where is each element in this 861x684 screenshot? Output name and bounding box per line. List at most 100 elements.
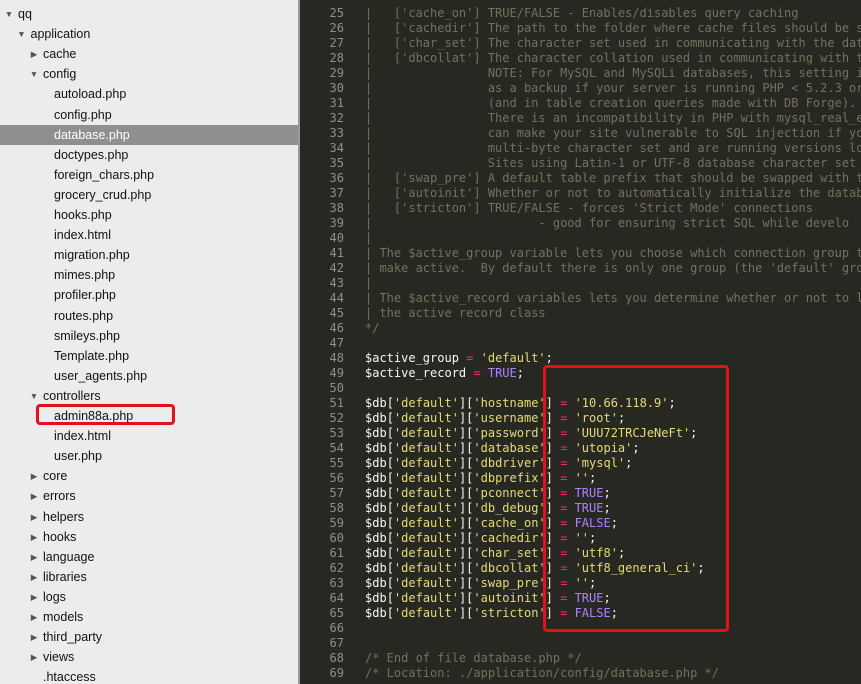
- code-line: 44 | The $active_record variables lets yo…: [300, 291, 861, 306]
- token: $db: [365, 606, 387, 620]
- tree-item-migration-php[interactable]: migration.php: [0, 245, 298, 265]
- tree-item-models[interactable]: models: [0, 607, 298, 627]
- tree-item-index-html[interactable]: index.html: [0, 225, 298, 245]
- disclosure-closed-icon[interactable]: [29, 527, 39, 547]
- token: 'default': [393, 501, 459, 515]
- code-line: 39 | - good for ensuring strict SQL while…: [300, 216, 861, 231]
- tree-item-label: views: [43, 650, 75, 665]
- code-text: $active_group = 'default';: [365, 351, 553, 366]
- token: |: [365, 231, 373, 245]
- line-number: 38: [329, 201, 344, 215]
- tree-item-controllers[interactable]: controllers: [0, 386, 298, 406]
- token: =: [473, 366, 481, 380]
- tree-item-database-php[interactable]: database.php: [0, 124, 298, 145]
- tree-item-third-party[interactable]: third_party: [0, 627, 298, 647]
- tree-item-foreign-chars-php[interactable]: foreign_chars.php: [0, 165, 298, 185]
- token: 'default': [393, 531, 459, 545]
- tree-item-user-php[interactable]: user.php: [0, 446, 298, 466]
- tree-item-grocery-crud-php[interactable]: grocery_crud.php: [0, 185, 298, 205]
- code-text: | multi-byte character set and are runni…: [365, 141, 861, 156]
- tree-item-logs[interactable]: logs: [0, 587, 298, 607]
- token: 'database': [473, 441, 546, 455]
- token: [: [386, 441, 394, 455]
- code-line: 42 | make active. By default there is onl…: [300, 261, 861, 276]
- disclosure-closed-icon[interactable]: [29, 44, 39, 64]
- disclosure-closed-icon[interactable]: [29, 607, 39, 627]
- disclosure-open-icon[interactable]: [29, 386, 39, 406]
- line-number: 61: [329, 546, 344, 560]
- token: | There is an incompatibility in PHP wit…: [365, 111, 861, 125]
- tree-item-smileys-php[interactable]: smileys.php: [0, 326, 298, 346]
- line-number: 36: [329, 171, 344, 185]
- tree-item-config[interactable]: config: [0, 64, 298, 84]
- tree-item-libraries[interactable]: libraries: [0, 567, 298, 587]
- token: 'default': [393, 561, 459, 575]
- code-text: | - good for ensuring strict SQL while d…: [365, 216, 849, 231]
- file-tree-sidebar: qq application cache config autoload.php conf…: [0, 0, 298, 684]
- token: 'default': [393, 576, 459, 590]
- tree-item-autoload-php[interactable]: autoload.php: [0, 84, 298, 104]
- tree-item-label: libraries: [43, 569, 87, 584]
- tree-item-qq[interactable]: qq: [0, 4, 298, 24]
- token: 'default': [393, 516, 459, 530]
- tree-item-label: foreign_chars.php: [54, 167, 155, 182]
- tree-item-template-php[interactable]: Template.php: [0, 346, 298, 366]
- token: | ['dbcollat'] The character collation u…: [365, 51, 861, 65]
- tree-item-htaccess[interactable]: .htaccess: [0, 667, 298, 684]
- line-number: 35: [329, 156, 344, 170]
- token: | ['stricton'] TRUE/FALSE - forces 'Stri…: [365, 201, 813, 215]
- tree-item-hooks[interactable]: hooks: [0, 527, 298, 547]
- line-number: 55: [329, 456, 344, 470]
- disclosure-closed-icon[interactable]: [29, 547, 39, 567]
- tree-item-label: models: [43, 610, 84, 624]
- disclosure-open-icon[interactable]: [4, 4, 14, 24]
- token: $db: [365, 471, 387, 485]
- token: 'default': [393, 546, 459, 560]
- tree-item-routes-php[interactable]: routes.php: [0, 306, 298, 326]
- disclosure-closed-icon[interactable]: [29, 587, 39, 607]
- token: ][: [458, 501, 474, 515]
- tree-item-hooks-php[interactable]: hooks.php: [0, 205, 298, 225]
- token: | Sites using Latin-1 or UTF-8 database …: [365, 156, 861, 170]
- tree-item-core[interactable]: core: [0, 466, 298, 486]
- disclosure-closed-icon[interactable]: [29, 486, 39, 506]
- disclosure-closed-icon[interactable]: [29, 466, 39, 486]
- tree-item-mimes-php[interactable]: mimes.php: [0, 265, 298, 285]
- token: [: [386, 546, 394, 560]
- code-line: 38 | ['stricton'] TRUE/FALSE - forces 'St…: [300, 201, 861, 216]
- token: ][: [458, 471, 474, 485]
- disclosure-closed-icon[interactable]: [29, 647, 39, 667]
- code-text: | ['swap_pre'] A default table prefix th…: [365, 171, 861, 186]
- token: 'autoinit': [473, 591, 546, 605]
- token: 'char_set': [473, 546, 546, 560]
- tree-item-index-html[interactable]: index.html: [0, 426, 298, 446]
- tree-item-cache[interactable]: cache: [0, 44, 298, 64]
- tree-item-helpers[interactable]: helpers: [0, 507, 298, 527]
- tree-item-errors[interactable]: errors: [0, 486, 298, 506]
- tree-item-label: mimes.php: [54, 268, 116, 283]
- token: 'pconnect': [473, 486, 546, 500]
- tree-item-doctypes-php[interactable]: doctypes.php: [0, 145, 298, 165]
- code-line: 69 /* Location: ./application/config/data…: [300, 666, 861, 681]
- tree-item-profiler-php[interactable]: profiler.php: [0, 285, 298, 305]
- line-number: 33: [329, 126, 344, 140]
- disclosure-closed-icon[interactable]: [29, 507, 39, 527]
- disclosure-closed-icon[interactable]: [29, 567, 39, 587]
- disclosure-open-icon[interactable]: [17, 24, 27, 44]
- token: ][: [458, 531, 474, 545]
- code-text: |: [365, 276, 372, 291]
- token: ;: [545, 351, 553, 365]
- tree-item-application[interactable]: application: [0, 24, 298, 44]
- line-number: 52: [329, 411, 344, 425]
- tree-item-user-agents-php[interactable]: user_agents.php: [0, 366, 298, 386]
- tree-item-views[interactable]: views: [0, 647, 298, 667]
- code-line: 28 | ['dbcollat'] The character collation…: [300, 51, 861, 66]
- disclosure-closed-icon[interactable]: [29, 627, 39, 647]
- code-line: 47: [300, 336, 861, 351]
- tree-item-language[interactable]: language: [0, 547, 298, 567]
- tree-item-config-php[interactable]: config.php: [0, 105, 298, 125]
- disclosure-open-icon[interactable]: [29, 64, 39, 84]
- code-line: 27 | ['char_set'] The character set used …: [300, 36, 861, 51]
- token: | - good for ensuring strict SQL while d…: [365, 216, 850, 230]
